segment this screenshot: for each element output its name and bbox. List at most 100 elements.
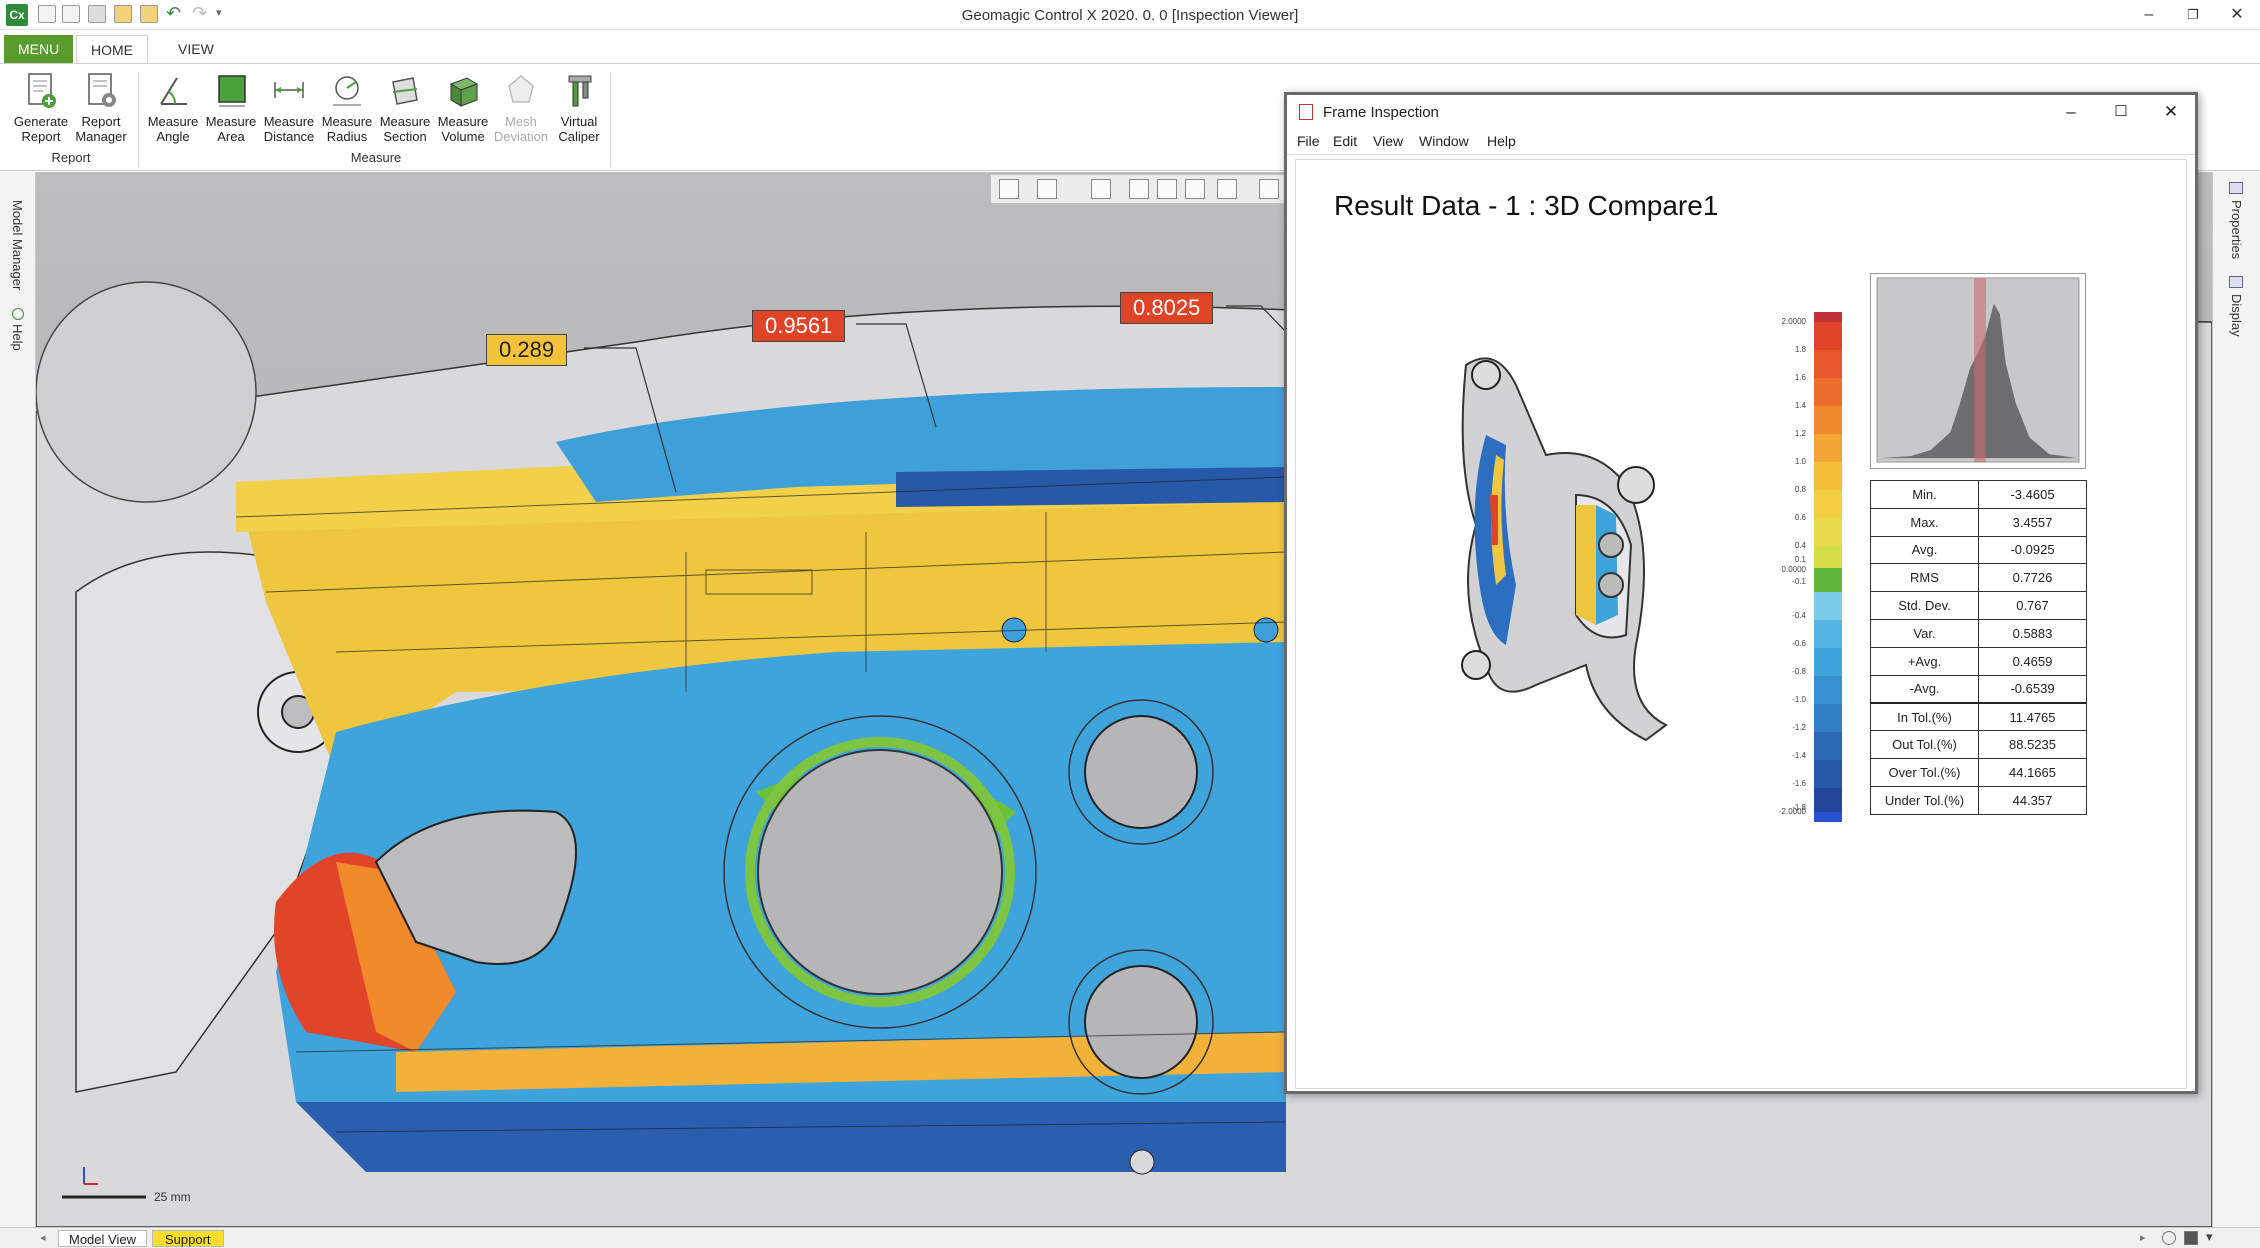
view-cube-icon[interactable] [1037, 179, 1057, 199]
stats-row: Max. 3.4557 [1870, 507, 2087, 537]
measure-section-label-1: Measure [379, 114, 431, 129]
close-button[interactable]: ✕ [2215, 2, 2259, 28]
bottom-dropdown-icon[interactable]: ▾ [2206, 1229, 2213, 1245]
deviation-callout[interactable]: 0.289 [486, 334, 568, 366]
section-view-icon[interactable] [1129, 179, 1149, 199]
report-menu-bar: File Edit View Window Help [1287, 129, 2195, 155]
color-bar-tick-label: 1.2 [1794, 429, 1806, 438]
measure-volume-label-1: Measure [437, 114, 489, 129]
menu-view[interactable]: View [1373, 133, 1403, 149]
menu-file[interactable]: File [1297, 133, 1320, 149]
menu-help[interactable]: Help [1487, 133, 1516, 149]
mesh-deviation-button[interactable]: Mesh Deviation [492, 72, 550, 152]
mesh-deviation-label-1: Mesh [505, 114, 537, 129]
properties-icon [2229, 182, 2243, 194]
tab-model-view[interactable]: Model View [58, 1230, 147, 1247]
report-group-label: Report [51, 150, 91, 165]
stats-value: 44.357 [1978, 785, 2087, 815]
stats-value: 0.7726 [1978, 563, 2087, 593]
record-icon[interactable] [2162, 1231, 2176, 1245]
measure-radius-button[interactable]: Measure Radius [318, 72, 376, 152]
render-mode-icon[interactable] [1091, 179, 1111, 199]
stats-row: Var. 0.5883 [1870, 618, 2087, 648]
title-bar: Cx ↶ ↷ ▾ Geomagic Control X 2020. 0. 0 [… [0, 0, 2260, 30]
measure-angle-button[interactable]: Measure Angle [144, 72, 202, 152]
report-manager-button[interactable]: Report Manager [72, 72, 130, 152]
measure-tool-icon[interactable] [1217, 179, 1237, 199]
scroll-right-icon[interactable]: ▸ [2140, 1231, 2146, 1244]
measure-angle-label-2: Angle [156, 129, 190, 144]
mesh-deviation-label-2: Deviation [493, 129, 549, 144]
deviation-color-bar [1814, 312, 1842, 822]
select-mode-icon[interactable] [999, 179, 1019, 199]
stats-row: +Avg. 0.4659 [1870, 646, 2087, 676]
display-icon [2229, 276, 2243, 288]
report-close-button[interactable]: ✕ [2147, 99, 2195, 125]
measure-distance-label-2: Distance [263, 129, 315, 144]
color-bar-tick-label: 1.4 [1794, 401, 1806, 410]
stats-value: 0.767 [1978, 591, 2087, 620]
measure-area-button[interactable]: Measure Area [202, 72, 260, 152]
stats-row: -Avg. -0.6539 [1870, 674, 2087, 704]
report-maximize-button[interactable]: ☐ [2097, 99, 2145, 125]
clip-view-icon[interactable] [1157, 179, 1177, 199]
measure-distance-icon [274, 82, 304, 98]
color-bar-tick-label: 1.6 [1794, 373, 1806, 382]
color-bar-tick-label: -0.1 [1792, 577, 1806, 586]
measure-area-label-1: Measure [205, 114, 257, 129]
color-bar-ticks: 2.0000 1.8 1.6 1.4 1.2 1.0 0.8 0.6 0.4 0.1 0.0000 -… [1770, 312, 1810, 822]
virtual-caliper-label-1: Virtual [560, 114, 598, 129]
menu-edit[interactable]: Edit [1333, 133, 1357, 149]
statistics-table: Min. -3.4605 Max. 3.4557 Avg. -0.0925 RMS 0.772… [1870, 480, 2087, 815]
color-bar-tick-label: 1.8 [1794, 345, 1806, 354]
deviation-callout[interactable]: 0.9561 [752, 310, 846, 342]
generate-report-label-1: Generate [13, 114, 69, 129]
help-tab[interactable]: Help [10, 324, 25, 351]
color-bar-tick-label: 0.8 [1794, 485, 1806, 494]
measure-section-button[interactable]: Measure Section [376, 72, 434, 152]
tab-menu[interactable]: MENU [4, 35, 74, 63]
measure-section-icon [392, 77, 418, 105]
minimize-button[interactable]: – [2127, 2, 2171, 28]
properties-tab[interactable]: Properties [2229, 200, 2244, 259]
grid-view-icon[interactable] [1259, 179, 1279, 199]
ribbon-tab-bar: MENU HOME VIEW [0, 30, 2260, 64]
ribbon-separator [610, 72, 611, 167]
generate-report-button[interactable]: Generate Report [12, 72, 70, 152]
tab-view[interactable]: VIEW [164, 35, 228, 63]
stats-row: Min. -3.4605 [1870, 480, 2087, 509]
stats-key: Min. [1870, 480, 1979, 509]
display-tab[interactable]: Display [2229, 294, 2244, 337]
report-manager-label-2: Manager [75, 129, 127, 144]
tab-support[interactable]: Support [152, 1230, 224, 1247]
stats-key: +Avg. [1870, 646, 1979, 676]
color-bar-tick-label: 0.0000 [1781, 565, 1806, 574]
tab-home[interactable]: HOME [76, 35, 148, 63]
stats-key: Std. Dev. [1870, 591, 1979, 620]
menu-window[interactable]: Window [1419, 133, 1469, 149]
color-bar-tick-label: -1.4 [1792, 751, 1806, 760]
color-bar-tick-label: -1.0 [1792, 695, 1806, 704]
measure-volume-label-2: Volume [441, 129, 485, 144]
measure-area-icon [218, 75, 246, 107]
measure-distance-label-1: Measure [263, 114, 315, 129]
frame-inspection-window: Frame Inspection – ☐ ✕ File Edit View Wi… [1284, 92, 2198, 1094]
stop-icon[interactable] [2184, 1231, 2198, 1245]
measure-volume-button[interactable]: Measure Volume [434, 72, 492, 152]
mesh-deviation-icon [508, 75, 534, 103]
color-bar-tick-label: -2.0000 [1778, 807, 1806, 816]
measure-distance-button[interactable]: Measure Distance [260, 72, 318, 152]
stats-key: Out Tol.(%) [1870, 730, 1979, 759]
model-manager-tab[interactable]: Model Manager [10, 200, 25, 290]
window-title: Geomagic Control X 2020. 0. 0 [Inspectio… [961, 7, 1299, 24]
virtual-caliper-button[interactable]: Virtual Caliper [550, 72, 608, 152]
split-view-icon[interactable] [1185, 179, 1205, 199]
restore-button[interactable]: ❐ [2171, 2, 2215, 28]
measure-angle-label-1: Measure [147, 114, 199, 129]
scroll-left-icon[interactable]: ◂ [40, 1231, 46, 1244]
stats-key: Max. [1870, 507, 1979, 537]
measure-volume-icon [449, 77, 479, 107]
deviation-callout[interactable]: 0.8025 [1120, 292, 1214, 324]
report-minimize-button[interactable]: – [2047, 99, 2095, 125]
stats-row: Out Tol.(%) 88.5235 [1870, 730, 2087, 759]
